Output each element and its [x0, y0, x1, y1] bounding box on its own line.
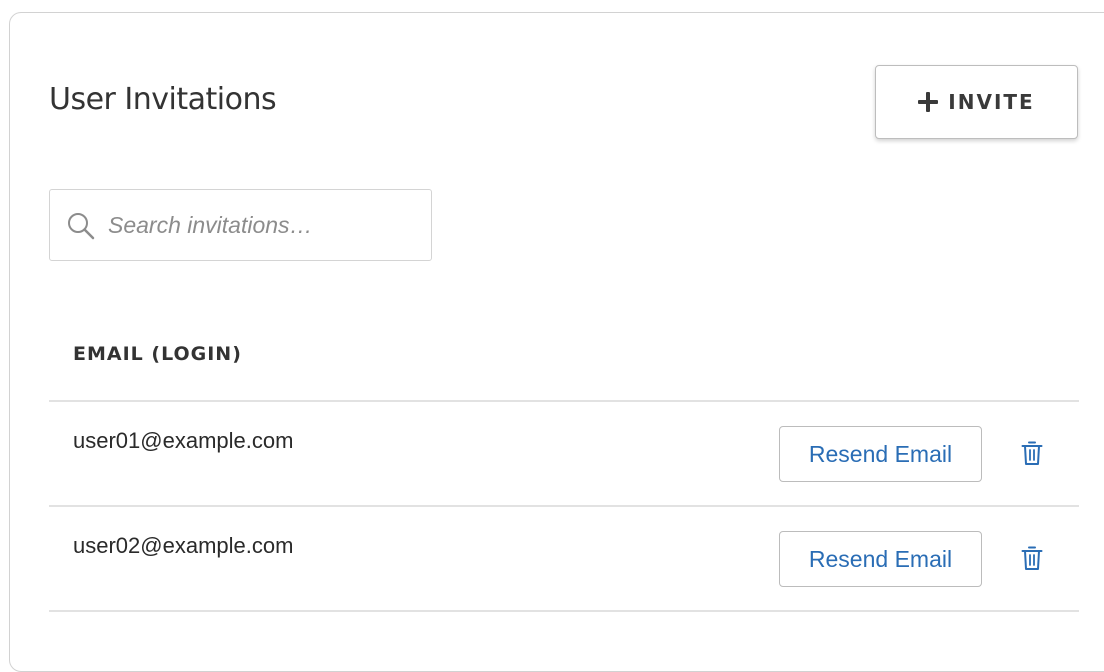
search-icon	[68, 213, 95, 240]
search-input[interactable]	[108, 190, 423, 260]
resend-email-button[interactable]: Resend Email	[779, 426, 982, 482]
search-box[interactable]	[49, 189, 432, 261]
plus-icon	[918, 92, 939, 112]
row-email: user02@example.com	[73, 533, 294, 558]
page-title: User Invitations	[49, 82, 277, 117]
row-divider	[49, 610, 1079, 612]
resend-email-button[interactable]: Resend Email	[779, 531, 982, 587]
invite-button[interactable]: INVITE	[875, 65, 1078, 139]
trash-icon[interactable]	[1021, 546, 1043, 571]
table-row: user01@example.com Resend Email	[49, 401, 1079, 505]
invite-button-label: INVITE	[948, 90, 1035, 114]
table-row: user02@example.com Resend Email	[49, 506, 1079, 610]
row-email: user01@example.com	[73, 428, 294, 453]
column-header-email: EMAIL (LOGIN)	[73, 343, 242, 365]
trash-icon[interactable]	[1021, 441, 1043, 466]
